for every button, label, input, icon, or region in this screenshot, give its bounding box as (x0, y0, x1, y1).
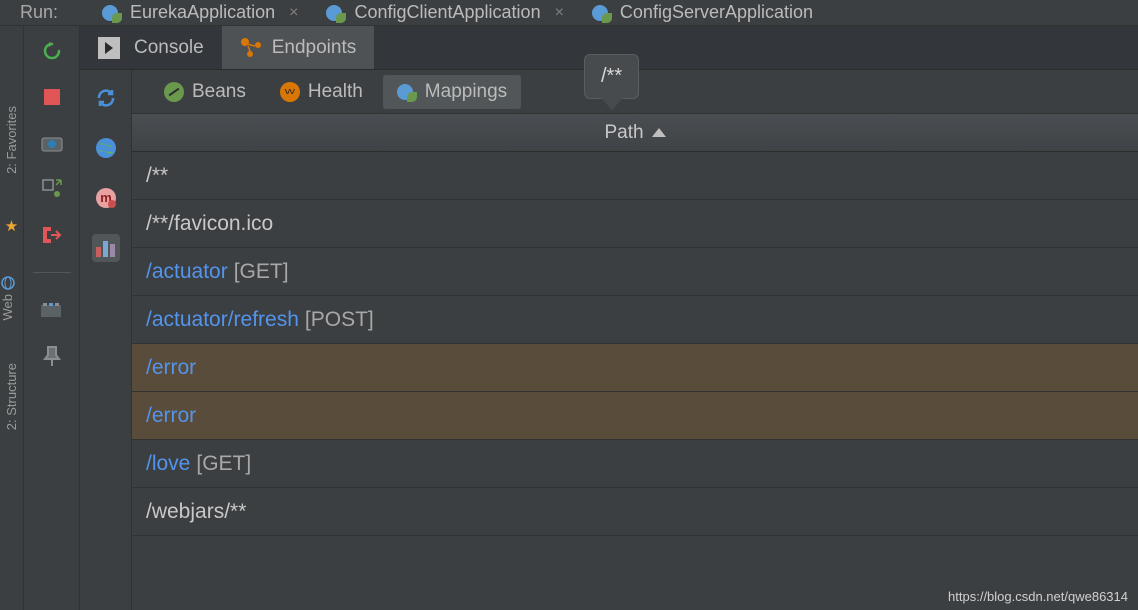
table-row[interactable]: /actuator [GET] (132, 248, 1138, 296)
method-cell: [POST] (305, 308, 374, 332)
method-cell: [GET] (234, 260, 289, 284)
web-tool-button[interactable]: Web (0, 275, 23, 324)
run-tab-label: ConfigClientApplication (354, 2, 540, 23)
close-icon[interactable]: × (555, 4, 564, 22)
layout-icon (42, 179, 62, 199)
runner-panel: Console Endpoints m (80, 26, 1138, 610)
mappings-icon (397, 82, 417, 102)
run-tab-label: ConfigServerApplication (620, 2, 813, 23)
refresh-endpoint-button[interactable] (92, 84, 120, 112)
pin-button[interactable] (35, 341, 69, 371)
stop-button[interactable] (35, 82, 69, 112)
separator (33, 272, 71, 273)
table-row[interactable]: /error (132, 392, 1138, 440)
header-label: Path (604, 122, 643, 144)
pin-icon (42, 345, 62, 367)
path-cell: /error (146, 404, 196, 428)
chart-endpoint-button[interactable] (92, 234, 120, 262)
table-row[interactable]: /love [GET] (132, 440, 1138, 488)
favorites-tool-button[interactable]: 2: Favorites (4, 106, 19, 177)
beans-label: Beans (192, 81, 246, 103)
m-endpoint-button[interactable]: m (92, 184, 120, 212)
stop-icon (42, 87, 62, 107)
table-row[interactable]: /** (132, 152, 1138, 200)
exit-icon (41, 225, 63, 245)
camera-icon (41, 134, 63, 152)
path-cell: /actuator/refresh (146, 308, 299, 332)
path-cell: /**/favicon.ico (146, 212, 273, 236)
world-endpoint-button[interactable] (92, 134, 120, 162)
console-tab[interactable]: Console (80, 26, 222, 69)
health-label: Health (308, 81, 363, 103)
path-column-header[interactable]: /** Path (132, 114, 1138, 152)
table-row[interactable]: /**/favicon.ico (132, 200, 1138, 248)
close-icon[interactable]: × (289, 4, 298, 22)
tool-window-stripe-left: 2: Favorites ★ Web 2: Structure (0, 26, 24, 610)
sort-ascending-icon (652, 128, 666, 137)
method-cell: [GET] (196, 452, 251, 476)
run-tab-config-server[interactable]: ConfigServerApplication (578, 0, 827, 25)
run-tab-label: EurekaApplication (130, 2, 275, 23)
layout-button[interactable] (35, 174, 69, 204)
table-row[interactable]: /webjars/** (132, 488, 1138, 536)
path-cell: /** (146, 164, 168, 188)
beans-tab[interactable]: Beans (150, 75, 260, 109)
endpoint-sidebar: m (80, 70, 132, 610)
world-icon (95, 137, 117, 159)
table-row[interactable]: /error (132, 344, 1138, 392)
console-tab-label: Console (134, 37, 204, 59)
spring-boot-icon (592, 3, 612, 23)
watermark: https://blog.csdn.net/qwe86314 (948, 589, 1128, 604)
run-tab-eureka[interactable]: EurekaApplication × (88, 0, 312, 25)
health-tab[interactable]: Health (266, 75, 377, 109)
console-toggle-icon (98, 37, 120, 59)
endpoints-icon (240, 37, 264, 59)
rerun-button[interactable] (35, 36, 69, 66)
table-row[interactable]: /actuator/refresh [POST] (132, 296, 1138, 344)
run-label: Run: (20, 2, 58, 23)
bar-chart-icon (94, 237, 118, 259)
path-cell: /love (146, 452, 190, 476)
spring-boot-icon (326, 3, 346, 23)
threads-icon (40, 301, 64, 319)
beans-icon (164, 82, 184, 102)
star-icon: ★ (5, 217, 18, 235)
spring-boot-icon (102, 3, 122, 23)
camera-button[interactable] (35, 128, 69, 158)
dump-threads-button[interactable] (35, 295, 69, 325)
rerun-icon (40, 39, 64, 63)
exit-button[interactable] (35, 220, 69, 250)
structure-tool-button[interactable]: 2: Structure (4, 363, 19, 433)
mappings-table-body: /**/**/favicon.ico/actuator [GET]/actuat… (132, 152, 1138, 610)
tooltip: /** (584, 54, 639, 99)
mappings-tab[interactable]: Mappings (383, 75, 521, 109)
health-icon (280, 82, 300, 102)
path-cell: /error (146, 356, 196, 380)
run-tab-config-client[interactable]: ConfigClientApplication × (312, 0, 577, 25)
endpoints-tab[interactable]: Endpoints (222, 26, 375, 69)
globe-icon (0, 275, 16, 291)
path-cell: /actuator (146, 260, 228, 284)
path-cell: /webjars/** (146, 500, 246, 524)
mappings-label: Mappings (425, 81, 507, 103)
refresh-icon (94, 86, 118, 110)
run-toolbar (24, 26, 80, 610)
endpoints-tab-label: Endpoints (272, 37, 357, 59)
run-configurations-bar: Run: EurekaApplication × ConfigClientApp… (0, 0, 1138, 26)
m-badge-icon: m (95, 187, 117, 209)
